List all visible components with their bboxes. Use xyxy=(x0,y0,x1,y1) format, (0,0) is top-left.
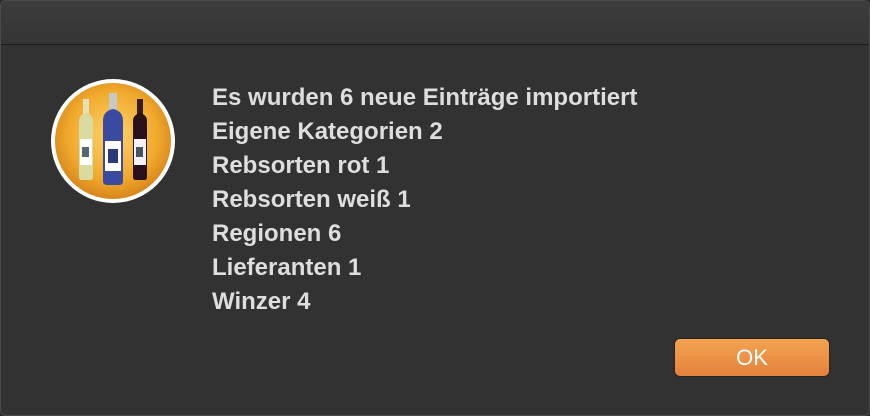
wine-bottles-icon xyxy=(49,77,177,205)
count-rebsorten-rot: Rebsorten rot 1 xyxy=(212,152,390,179)
title-bar[interactable] xyxy=(1,1,869,45)
ok-button[interactable]: OK xyxy=(675,339,829,376)
message-headline: Es wurden 6 neue Einträge importiert xyxy=(212,84,638,111)
alert-dialog: Es wurden 6 neue Einträge importiert Eig… xyxy=(0,0,870,416)
count-winzer: Winzer 4 xyxy=(212,288,311,315)
count-rebsorten-weiss: Rebsorten weiß 1 xyxy=(212,186,411,213)
count-regionen: Regionen 6 xyxy=(212,220,342,247)
count-eigene-kategorien: Eigene Kategorien 2 xyxy=(212,118,443,145)
count-lieferanten: Lieferanten 1 xyxy=(212,254,362,281)
message-text: Es wurden 6 neue Einträge importiert Eig… xyxy=(212,81,812,319)
